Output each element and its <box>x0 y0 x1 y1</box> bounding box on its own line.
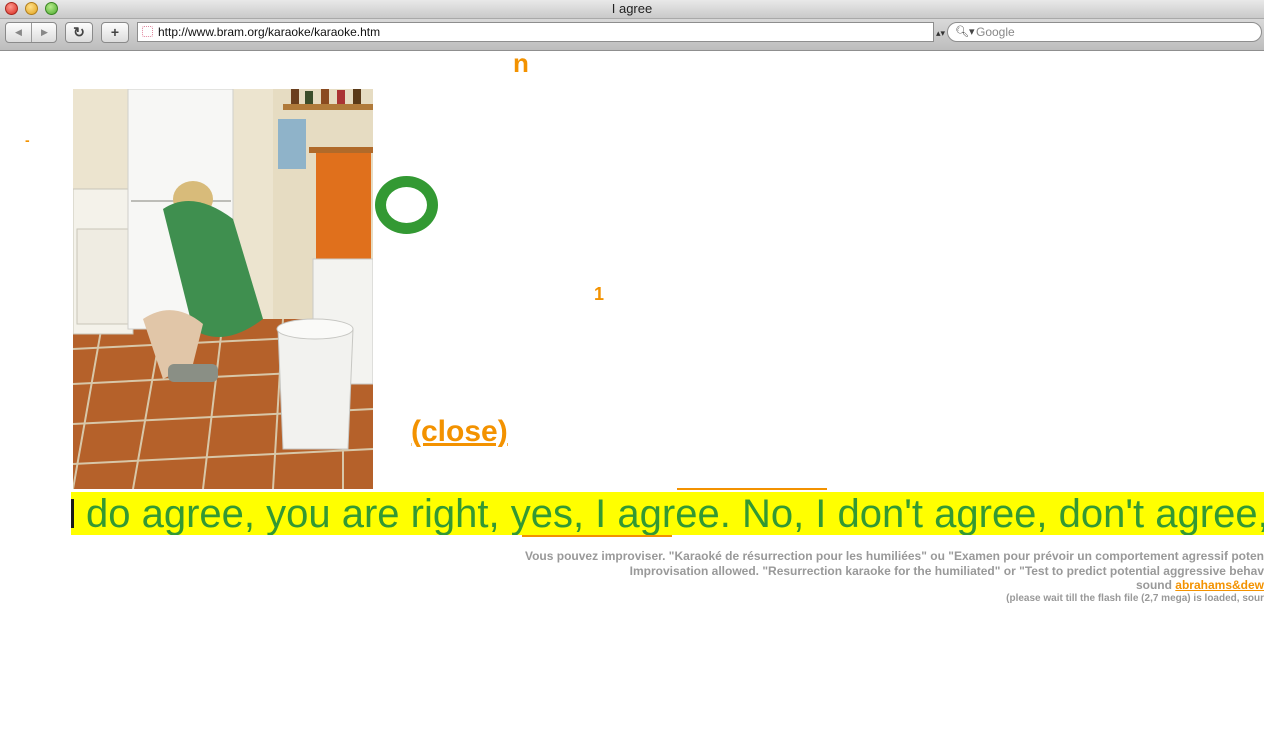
animated-dash-fragment: - <box>25 132 30 148</box>
address-field[interactable]: http://www.bram.org/karaoke/karaoke.htm <box>137 22 934 42</box>
sound-credit: sound abrahams&dew <box>1136 578 1264 592</box>
plus-icon: + <box>110 24 120 40</box>
browser-toolbar: ◀ ▶ ↻ + http://www.bram.org/karaoke/kara… <box>0 19 1264 51</box>
sound-credit-link[interactable]: abrahams&dew <box>1175 578 1264 592</box>
forward-arrow-icon[interactable]: ▶ <box>32 23 57 42</box>
karaoke-lyric-bar: do agree, you are right, yes, I agree. N… <box>71 492 1264 535</box>
search-placeholder: Google <box>976 25 1015 39</box>
site-favicon-icon <box>142 26 153 37</box>
search-field[interactable]: 🔍︎▾ Google <box>947 22 1262 42</box>
reload-button[interactable]: ↻ <box>65 22 93 43</box>
reload-icon: ↻ <box>73 24 85 40</box>
add-bookmark-button[interactable]: + <box>101 22 129 43</box>
back-forward-control: ◀ ▶ <box>5 22 57 43</box>
lyric-cursor <box>71 499 74 528</box>
orange-underline-upper <box>677 488 827 490</box>
caption-french: Vous pouvez improviser. "Karaoké de résu… <box>524 549 1264 563</box>
back-arrow-icon[interactable]: ◀ <box>6 23 32 42</box>
animated-digit-fragment: 1 <box>594 284 605 304</box>
window-title: I agree <box>611 1 653 16</box>
search-icon[interactable]: 🔍︎▾ <box>955 23 975 41</box>
sound-credit-label: sound <box>1135 578 1176 592</box>
caption-english: Improvisation allowed. "Resurrection kar… <box>629 564 1264 578</box>
loading-note: (please wait till the flash file (2,7 me… <box>1006 593 1264 604</box>
orange-underline-lower <box>522 535 672 537</box>
title-bar: I agree <box>0 0 1264 19</box>
close-link[interactable]: (close) <box>411 414 508 450</box>
address-text: http://www.bram.org/karaoke/karaoke.htm <box>158 25 381 39</box>
lyric-text: do agree, you are right, yes, I agree. N… <box>86 492 1264 535</box>
green-ring-shape <box>375 176 438 234</box>
address-dropdown-icon[interactable]: ▴▾ <box>936 28 945 39</box>
animated-letter-fragment: n <box>513 48 529 78</box>
kitchen-photo <box>73 89 373 489</box>
